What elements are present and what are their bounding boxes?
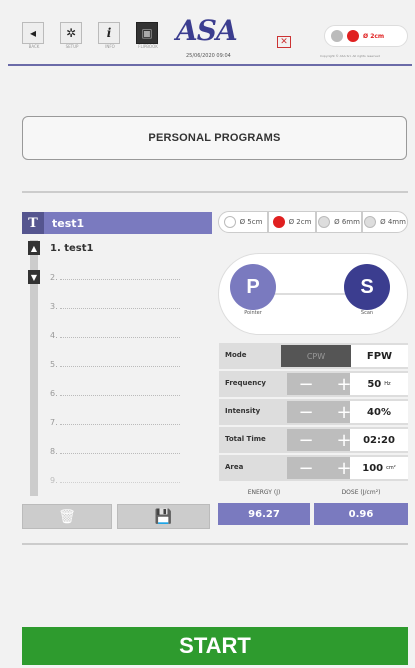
spot-tab-label: Ø 6mm — [334, 218, 360, 226]
start-button[interactable]: START — [22, 627, 408, 665]
setup-button[interactable]: ✲ — [60, 22, 82, 44]
scroll-down-icon[interactable]: ▼ — [28, 270, 40, 284]
info-label: INFO — [105, 44, 115, 49]
energy-value: 96.27 — [218, 503, 310, 525]
dose-label: DOSE (J/cm²) — [341, 489, 381, 496]
divider-bottom — [22, 543, 408, 545]
list-item-label: 6. — [50, 389, 58, 398]
scan-mode-button[interactable]: S Scan — [344, 264, 390, 316]
total-time-label: Total Time — [225, 435, 266, 443]
gear-icon: ✲ — [65, 26, 77, 40]
area-unit: cm² — [386, 465, 396, 471]
minus-icon[interactable]: − — [298, 458, 313, 479]
info-icon: i — [106, 26, 112, 40]
spot-tab-6mm[interactable]: Ø 6mm — [316, 211, 362, 233]
no-connection-icon: ✕ — [277, 36, 291, 48]
frequency-row: Frequency − + 50 Hz — [219, 371, 408, 397]
spot-tab-label: Ø 4mm — [380, 218, 406, 226]
minus-icon[interactable]: − — [298, 402, 313, 423]
mode-label: Mode — [225, 351, 247, 359]
flipbook-label: FLIPBOOK — [138, 44, 158, 49]
frequency-label: Frequency — [225, 379, 266, 387]
spot-tab-5cm[interactable]: Ø 5cm — [218, 211, 268, 233]
setup-label: SETUP — [65, 44, 79, 49]
divider-top — [22, 191, 408, 193]
list-item[interactable]: 6. — [50, 388, 190, 402]
list-item-label: 8. — [50, 447, 58, 456]
list-item-label: 9. — [50, 476, 58, 485]
screen-icon: ▣ — [141, 26, 153, 40]
list-item[interactable]: 4. — [50, 330, 190, 344]
intensity-value: 40% — [350, 401, 408, 423]
list-item[interactable]: 5. — [50, 359, 190, 373]
spot-tab-label: Ø 2cm — [288, 218, 312, 226]
mode-row: Mode CPW FPW — [219, 343, 408, 369]
pointer-label: Pointer — [244, 310, 262, 316]
info-button[interactable]: i — [98, 22, 120, 44]
minus-icon[interactable]: − — [298, 430, 313, 451]
back-label: BACK — [28, 44, 40, 49]
list-item[interactable]: 3. — [50, 301, 190, 315]
header-buttons: ◂ BACK ✲ SETUP i INFO ▣ FLIPBOOK — [22, 22, 160, 49]
save-icon: 💾 — [154, 508, 173, 525]
list-item[interactable]: 1. test1 — [50, 243, 190, 257]
save-button[interactable]: 💾 — [117, 504, 210, 529]
fpw-option[interactable]: FPW — [351, 345, 408, 367]
list-item-label: 4. — [50, 331, 58, 340]
intensity-label: Intensity — [225, 407, 261, 415]
total-time-row: Total Time − + 02:20 — [219, 427, 408, 453]
frequency-value: 50 Hz — [350, 373, 408, 395]
pointer-circle: P — [230, 264, 276, 310]
spot-indicator[interactable]: Ø 2cm — [324, 25, 408, 47]
flipbook-button[interactable]: ▣ — [136, 22, 158, 44]
list-item-label: 5. — [50, 360, 58, 369]
scan-label: Scan — [360, 310, 374, 316]
spot-dot — [272, 216, 285, 228]
personal-programs-header[interactable]: PERSONAL PROGRAMS — [22, 116, 407, 160]
minus-icon[interactable]: − — [298, 374, 313, 395]
back-button[interactable]: ◂ — [22, 22, 44, 44]
frequency-number: 50 — [367, 378, 382, 390]
list-item-label: 3. — [50, 302, 58, 311]
frequency-unit: Hz — [384, 381, 391, 387]
spot-tab-2cm[interactable]: Ø 2cm — [268, 211, 316, 233]
list-item-label: 1. test1 — [50, 243, 94, 254]
copyright: Copyright © ASA Srl. All rights reserved — [320, 54, 380, 58]
program-name: test1 — [52, 216, 85, 230]
pointer-mode-button[interactable]: P Pointer — [230, 264, 276, 316]
area-label: Area — [225, 463, 244, 471]
trash-icon: 🗑 — [58, 508, 76, 525]
dose-value: 0.96 — [314, 503, 408, 525]
scroll-up-icon[interactable]: ▲ — [28, 241, 40, 255]
spot-dot — [318, 216, 331, 228]
list-item[interactable]: 8. — [50, 446, 190, 460]
cpw-option[interactable]: CPW — [281, 345, 351, 367]
spot-tab-4mm[interactable]: Ø 4mm — [362, 211, 408, 233]
delete-button[interactable]: 🗑 — [22, 504, 112, 529]
list-item[interactable]: 7. — [50, 417, 190, 431]
list-item-label: 2. — [50, 273, 58, 282]
list-item-label: 7. — [50, 418, 58, 427]
back-icon: ◂ — [29, 26, 37, 40]
scan-circle: S — [344, 264, 390, 310]
intensity-row: Intensity − + 40% — [219, 399, 408, 425]
spot-dot-grey — [331, 30, 343, 42]
program-title-bar[interactable]: T test1 — [22, 212, 212, 234]
brand-logo: ASA — [176, 14, 238, 47]
area-number: 100 — [362, 462, 384, 474]
area-row: Area − + 100 cm² — [219, 455, 408, 481]
total-time-value: 02:20 — [350, 429, 408, 451]
header-divider — [8, 64, 412, 66]
spot-indicator-label: Ø 2cm — [363, 32, 385, 40]
text-type-icon: T — [22, 212, 44, 234]
spot-dot-red — [347, 30, 359, 42]
list-item[interactable]: 2. — [50, 272, 190, 286]
spot-dot — [364, 216, 377, 228]
spot-tab-label: Ø 5cm — [239, 218, 263, 226]
spot-dot — [223, 216, 236, 228]
energy-label: ENERGY (J) — [247, 489, 281, 496]
area-value: 100 cm² — [350, 457, 408, 479]
list-item[interactable]: 9. — [50, 475, 190, 489]
header-date: 25/06/2020 09:04 — [186, 53, 231, 59]
